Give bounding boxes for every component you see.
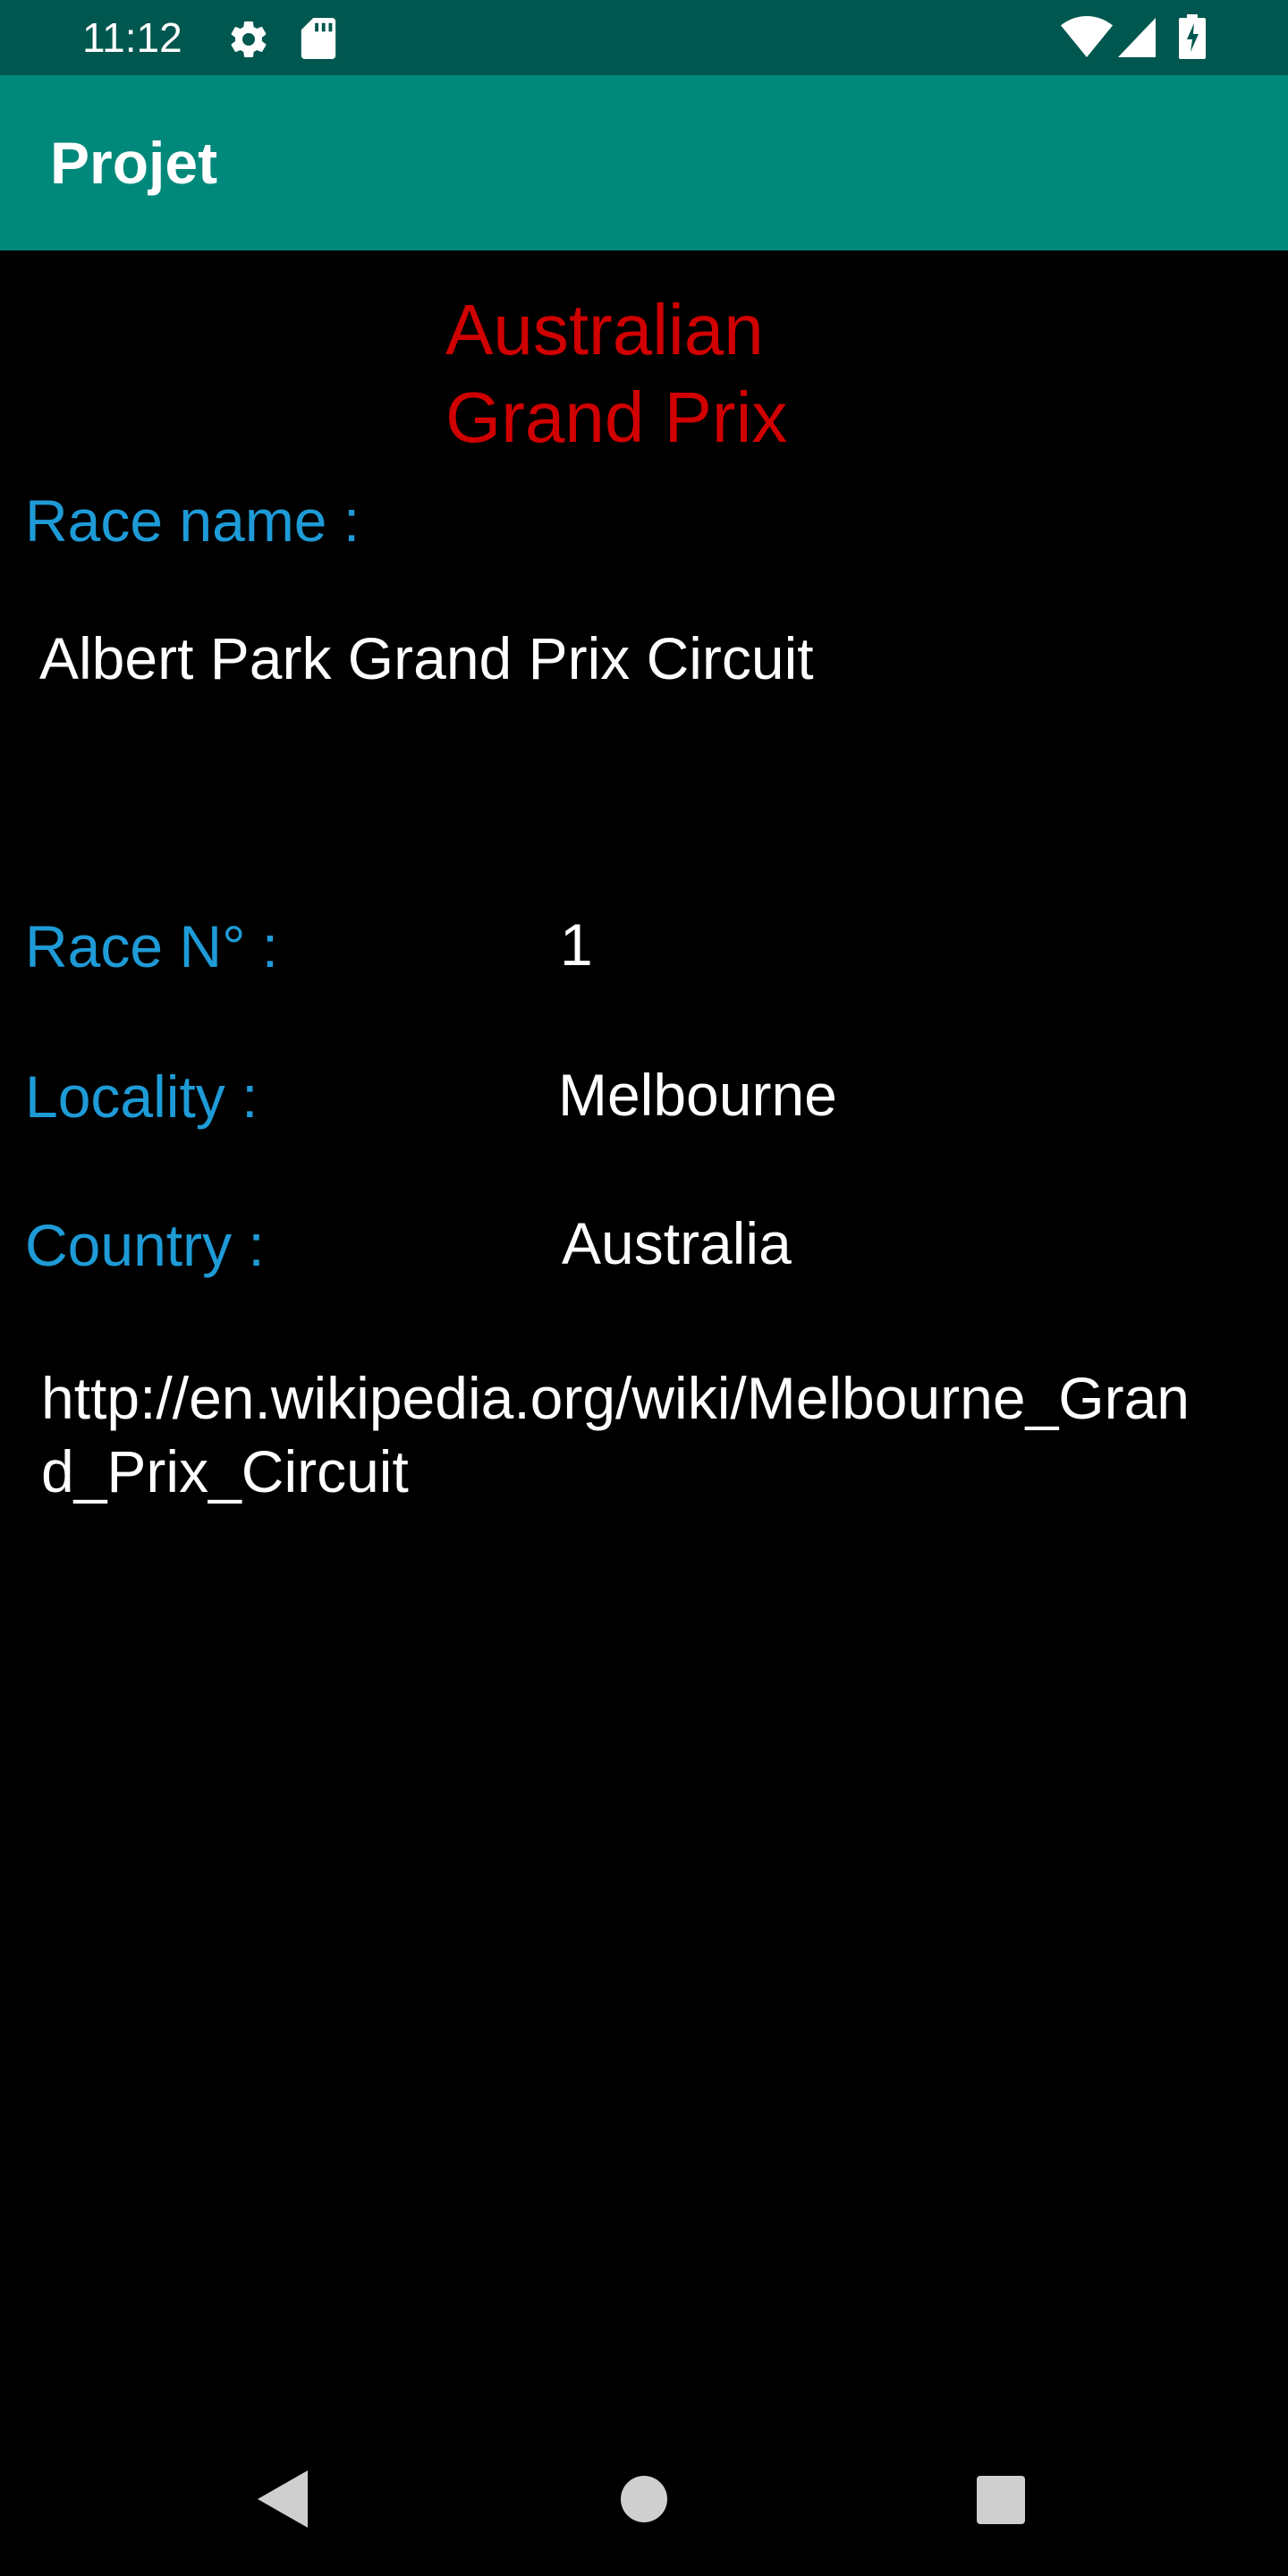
race-name-label: Race name : <box>25 487 360 554</box>
race-number-value: 1 <box>560 911 593 978</box>
wiki-url[interactable]: http://en.wikipedia.org/wiki/Melbourne_G… <box>41 1361 1222 1508</box>
app-title: Projet <box>50 130 218 196</box>
screen: 11:12 Projet Australian Grand Prix Race … <box>0 0 1288 2576</box>
status-time: 11:12 <box>82 14 182 61</box>
race-name-value: Albert Park Grand Prix Circuit <box>39 625 814 691</box>
back-icon[interactable] <box>258 2470 308 2532</box>
race-number-label: Race N° : <box>25 913 279 979</box>
locality-value: Melbourne <box>558 1062 837 1128</box>
home-icon[interactable] <box>621 2476 667 2527</box>
battery-icon <box>1179 14 1206 64</box>
race-title-line1: Australian <box>445 290 764 369</box>
race-title-line2: Grand Prix <box>445 377 788 457</box>
signal-icon <box>1118 18 1156 62</box>
race-title: Australian Grand Prix <box>445 286 911 462</box>
locality-label: Locality : <box>25 1063 258 1130</box>
country-label: Country : <box>25 1212 265 1278</box>
status-bar: 11:12 <box>0 0 1288 75</box>
recents-icon[interactable] <box>977 2476 1025 2529</box>
country-value: Australia <box>562 1210 792 1276</box>
nav-bar <box>0 2433 1288 2576</box>
settings-icon <box>227 18 270 65</box>
sd-card-icon <box>301 18 336 64</box>
wifi-icon <box>1061 16 1113 62</box>
app-bar: Projet <box>0 75 1288 250</box>
